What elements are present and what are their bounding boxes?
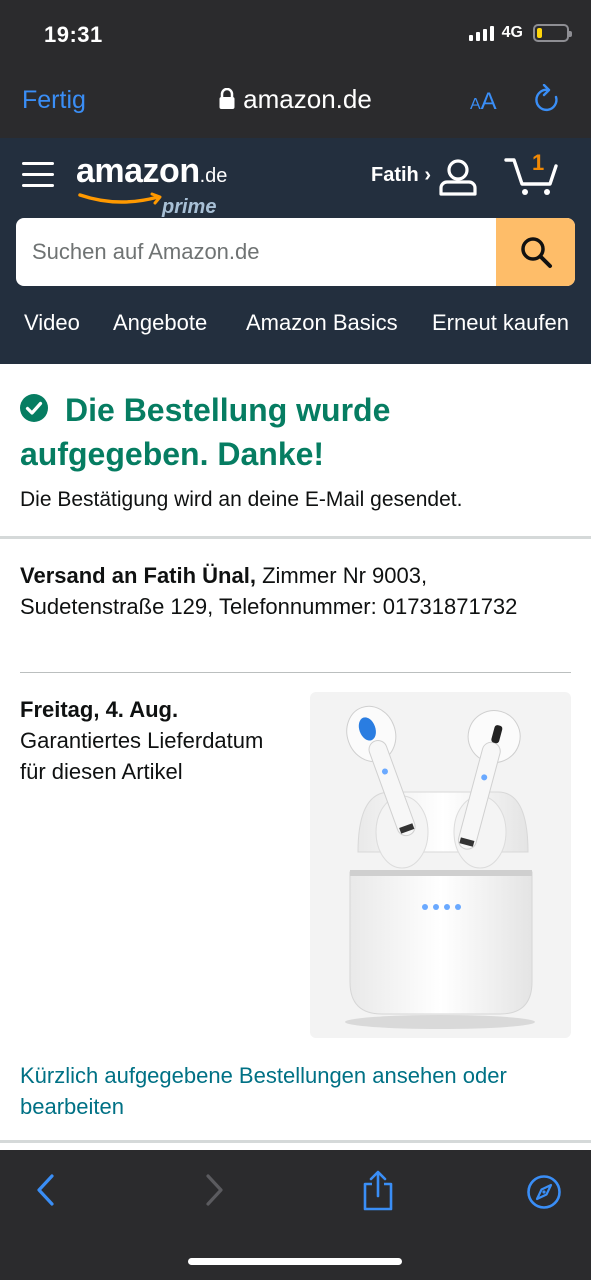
cart-count: 1 — [532, 150, 545, 175]
home-indicator — [188, 1258, 402, 1265]
reload-icon[interactable] — [534, 83, 562, 121]
product-image[interactable] — [310, 692, 571, 1038]
amazon-header: amazon.de prime Fatih › 1 Video — [0, 138, 591, 364]
search-icon — [520, 237, 552, 268]
shipping-label: Versand an Fatih Ünal, — [20, 563, 256, 588]
menu-icon[interactable] — [22, 160, 54, 188]
search-bar — [16, 218, 575, 286]
nav-link-video[interactable]: Video — [24, 310, 80, 336]
status-time: 19:31 — [44, 22, 103, 47]
text-size-small-a: A — [470, 96, 481, 113]
url-text: amazon.de — [243, 84, 372, 114]
nav-link-angebote[interactable]: Angebote — [113, 310, 207, 336]
amazon-logo[interactable]: amazon.de prime — [76, 152, 228, 218]
nav-links: Video Angebote Amazon Basics Erneut kauf… — [0, 308, 591, 348]
divider — [0, 1140, 591, 1143]
compass-icon[interactable] — [526, 1174, 562, 1215]
confirmation-title-text: Die Bestellung wurde aufgegeben. Danke! — [20, 392, 391, 472]
delivery-date: Freitag, 4. Aug. — [20, 697, 179, 722]
share-icon[interactable] — [360, 1170, 396, 1217]
back-icon[interactable] — [34, 1172, 58, 1213]
battery-level — [537, 28, 542, 38]
divider — [0, 536, 591, 539]
browser-bottom-toolbar — [0, 1150, 591, 1280]
network-type: 4G — [501, 24, 523, 41]
forward-icon[interactable] — [202, 1172, 226, 1213]
search-button[interactable] — [496, 218, 575, 286]
amazon-smile-icon — [78, 192, 162, 205]
address-bar[interactable]: amazon.de — [0, 84, 591, 117]
divider — [20, 672, 571, 673]
logo-prime: prime — [162, 196, 217, 218]
status-bar: 19:31 4G — [0, 0, 591, 70]
earbuds-product-illustration — [345, 705, 535, 1029]
shipping-address: Versand an Fatih Ünal, Zimmer Nr 9003, S… — [20, 560, 575, 622]
status-indicators: 4G — [468, 24, 572, 42]
account-link[interactable]: Fatih › — [371, 164, 431, 187]
delivery-info: Freitag, 4. Aug. Garantiertes Lieferdatu… — [20, 694, 290, 787]
logo-tld: .de — [199, 165, 228, 187]
text-size-large-a: A — [480, 88, 497, 115]
cellular-signal-icon — [468, 25, 494, 41]
text-size-button[interactable]: AA — [470, 88, 497, 116]
recent-orders-link[interactable]: Kürzlich aufgegebene Bestellungen ansehe… — [20, 1060, 575, 1122]
nav-link-amazon-basics[interactable]: Amazon Basics — [246, 310, 398, 336]
account-icon[interactable] — [438, 158, 478, 201]
browser-top-bar: Fertig amazon.de AA — [0, 70, 591, 138]
nav-link-erneut-kaufen[interactable]: Erneut kaufen — [432, 310, 569, 336]
lock-icon — [219, 86, 235, 117]
confirmation-title: Die Bestellung wurde aufgegeben. Danke! — [20, 388, 580, 476]
confirmation-subtitle: Die Bestätigung wird an deine E-Mail ges… — [20, 488, 463, 511]
battery-icon — [533, 24, 572, 42]
search-input[interactable] — [16, 218, 496, 286]
delivery-note: Garantiertes Lieferdatum für diesen Arti… — [20, 728, 264, 784]
logo-wordmark: amazon — [76, 152, 200, 190]
